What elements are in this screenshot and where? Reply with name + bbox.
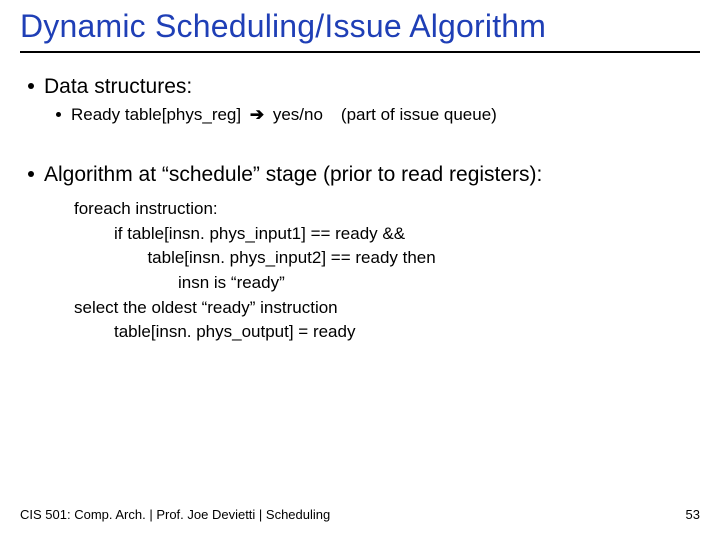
footer-left: CIS 501: Comp. Arch. | Prof. Joe Deviett… <box>20 507 330 522</box>
code-line: foreach instruction: <box>74 197 700 222</box>
bullet-dot-icon <box>28 171 34 177</box>
code-line: table[insn. phys_input2] == ready then <box>74 246 700 271</box>
bullet-data-structures: Data structures: <box>28 75 700 99</box>
bullet-algorithm: Algorithm at “schedule” stage (prior to … <box>28 163 700 187</box>
code-line: select the oldest “ready” instruction <box>74 296 700 321</box>
arrow-right-icon: ➔ <box>246 105 268 124</box>
ready-table-pre: Ready table[phys_reg] <box>71 105 246 124</box>
bullet-dot-icon <box>28 83 34 89</box>
bullet-ready-table: Ready table[phys_reg] ➔ yes/no(part of i… <box>56 105 700 125</box>
bullet-text: Algorithm at “schedule” stage (prior to … <box>44 163 542 187</box>
slide: Dynamic Scheduling/Issue Algorithm Data … <box>0 0 720 540</box>
ready-table-note: (part of issue queue) <box>323 105 497 124</box>
code-line: insn is “ready” <box>74 271 700 296</box>
bullet-dot-icon <box>56 112 61 117</box>
algorithm-pseudocode: foreach instruction: if table[insn. phys… <box>74 197 700 345</box>
bullet-text: Ready table[phys_reg] ➔ yes/no(part of i… <box>71 105 497 125</box>
ready-table-mid: yes/no <box>268 105 323 124</box>
spacer <box>20 129 700 157</box>
bullet-text: Data structures: <box>44 75 192 99</box>
slide-title: Dynamic Scheduling/Issue Algorithm <box>20 8 700 53</box>
code-line: if table[insn. phys_input1] == ready && <box>74 222 700 247</box>
page-number: 53 <box>686 507 700 522</box>
code-line: table[insn. phys_output] = ready <box>74 320 700 345</box>
slide-footer: CIS 501: Comp. Arch. | Prof. Joe Deviett… <box>20 507 700 522</box>
